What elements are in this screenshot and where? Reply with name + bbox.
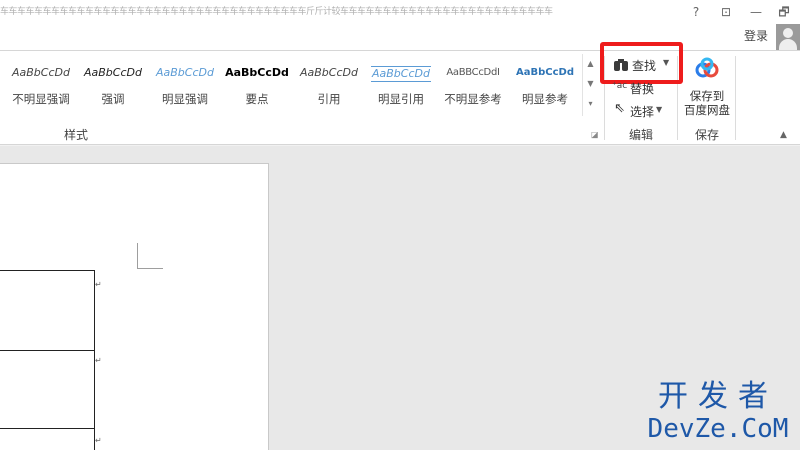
style-name: 引用: [317, 92, 341, 106]
maximize-button[interactable]: 🗗: [770, 2, 798, 22]
style-name: 明显强调: [162, 92, 208, 106]
paragraph-mark-icon: ↵: [95, 436, 102, 445]
avatar[interactable]: [776, 24, 800, 50]
editing-group-label: 编辑: [628, 128, 653, 142]
help-button[interactable]: ?: [682, 2, 710, 22]
style-sample: AaBbCcDd: [156, 66, 214, 79]
red-highlight-box: [600, 42, 683, 84]
replace-label: 替换: [630, 82, 655, 96]
select-label: 选择: [630, 105, 655, 119]
collapse-ribbon-icon[interactable]: ▲: [780, 130, 787, 140]
gallery-more-icon[interactable]: ▾: [583, 94, 598, 114]
group-divider: [735, 56, 736, 140]
replace-icon: ⁺ac: [612, 81, 628, 91]
style-quote[interactable]: AaBbCcDd 引用: [293, 58, 365, 110]
select-button[interactable]: ⇖ 选择 ▼: [614, 101, 670, 119]
watermark-line1: 开发者: [658, 379, 778, 414]
table-row[interactable]: [0, 270, 95, 350]
style-sample: AaBbCcDd: [225, 66, 289, 79]
login-link[interactable]: 登录: [744, 27, 768, 44]
window-title: 车车车车车车车车车车车车车车车车车车车车车车车车车车车车车车车车车车车车斤斤计较…: [0, 7, 553, 17]
title-bar: 车车车车车车车车车车车车车车车车车车车车车车车车车车车车车车车车车车车车斤斤计较…: [0, 0, 800, 24]
ribbon-display-options-button[interactable]: ⊡: [712, 2, 740, 22]
style-name: 要点: [245, 92, 269, 106]
replace-button[interactable]: ⁺ac 替换: [612, 80, 662, 98]
styles-gallery: AaBbCcDd 不明显强调 AaBbCcDd 强调 AaBbCcDd 明显强调…: [0, 52, 580, 114]
save-label: 保存到 百度网盘: [684, 89, 730, 117]
save-to-baidu-button[interactable]: 保存到 百度网盘: [683, 56, 731, 118]
style-name: 不明显参考: [444, 92, 502, 106]
style-intense-quote[interactable]: AaBbCcDd 明显引用: [365, 58, 437, 110]
style-sample: AaBbCcDd: [371, 66, 431, 82]
minimize-button[interactable]: —: [742, 2, 770, 22]
styles-gallery-scroll[interactable]: ▲ ▼ ▾: [582, 54, 598, 116]
margin-crop-mark: [137, 243, 163, 269]
user-icon-head: [783, 28, 793, 38]
style-emphasis[interactable]: AaBbCcDd 强调: [77, 58, 149, 110]
style-name: 明显参考: [522, 92, 568, 106]
style-intense-emphasis[interactable]: AaBbCcDd 明显强调: [149, 58, 221, 110]
scroll-up-icon[interactable]: ▲: [583, 54, 598, 74]
style-strong[interactable]: AaBbCcDd 要点: [221, 58, 293, 110]
style-name: 明显引用: [378, 92, 424, 106]
cursor-icon: ⇖: [614, 101, 625, 116]
baidu-netdisk-icon: [695, 57, 719, 78]
style-sample: AaBbCcDd: [300, 66, 358, 79]
styles-dialog-launcher-icon[interactable]: ◪: [591, 130, 599, 139]
style-sample: AaBbCcDd: [516, 67, 574, 78]
style-subtle-reference[interactable]: AaBBCcDdI 不明显参考: [437, 58, 509, 110]
style-intense-reference[interactable]: AaBbCcDd 明显参考: [509, 58, 581, 110]
watermark-line2: DevZe.CoM: [647, 414, 789, 444]
style-name: 强调: [101, 92, 125, 106]
paragraph-mark-icon: ↵: [95, 280, 102, 289]
user-icon-body: [779, 39, 797, 50]
style-subtle-emphasis[interactable]: AaBbCcDd 不明显强调: [5, 58, 77, 110]
table-row[interactable]: [0, 428, 95, 450]
styles-group-label: 样式: [63, 128, 88, 142]
site-watermark: 开发者 DevZe.CoM: [640, 380, 796, 446]
table-row[interactable]: [0, 350, 95, 428]
save-group-label: 保存: [694, 128, 719, 142]
paragraph-mark-icon: ↵: [95, 356, 102, 365]
style-sample: AaBbCcDd: [12, 66, 70, 79]
style-sample: AaBbCcDd: [84, 66, 142, 79]
chevron-down-icon[interactable]: ▼: [656, 105, 662, 114]
style-name: 不明显强调: [12, 92, 70, 106]
style-sample: AaBBCcDdI: [446, 67, 500, 78]
scroll-down-icon[interactable]: ▼: [583, 74, 598, 94]
